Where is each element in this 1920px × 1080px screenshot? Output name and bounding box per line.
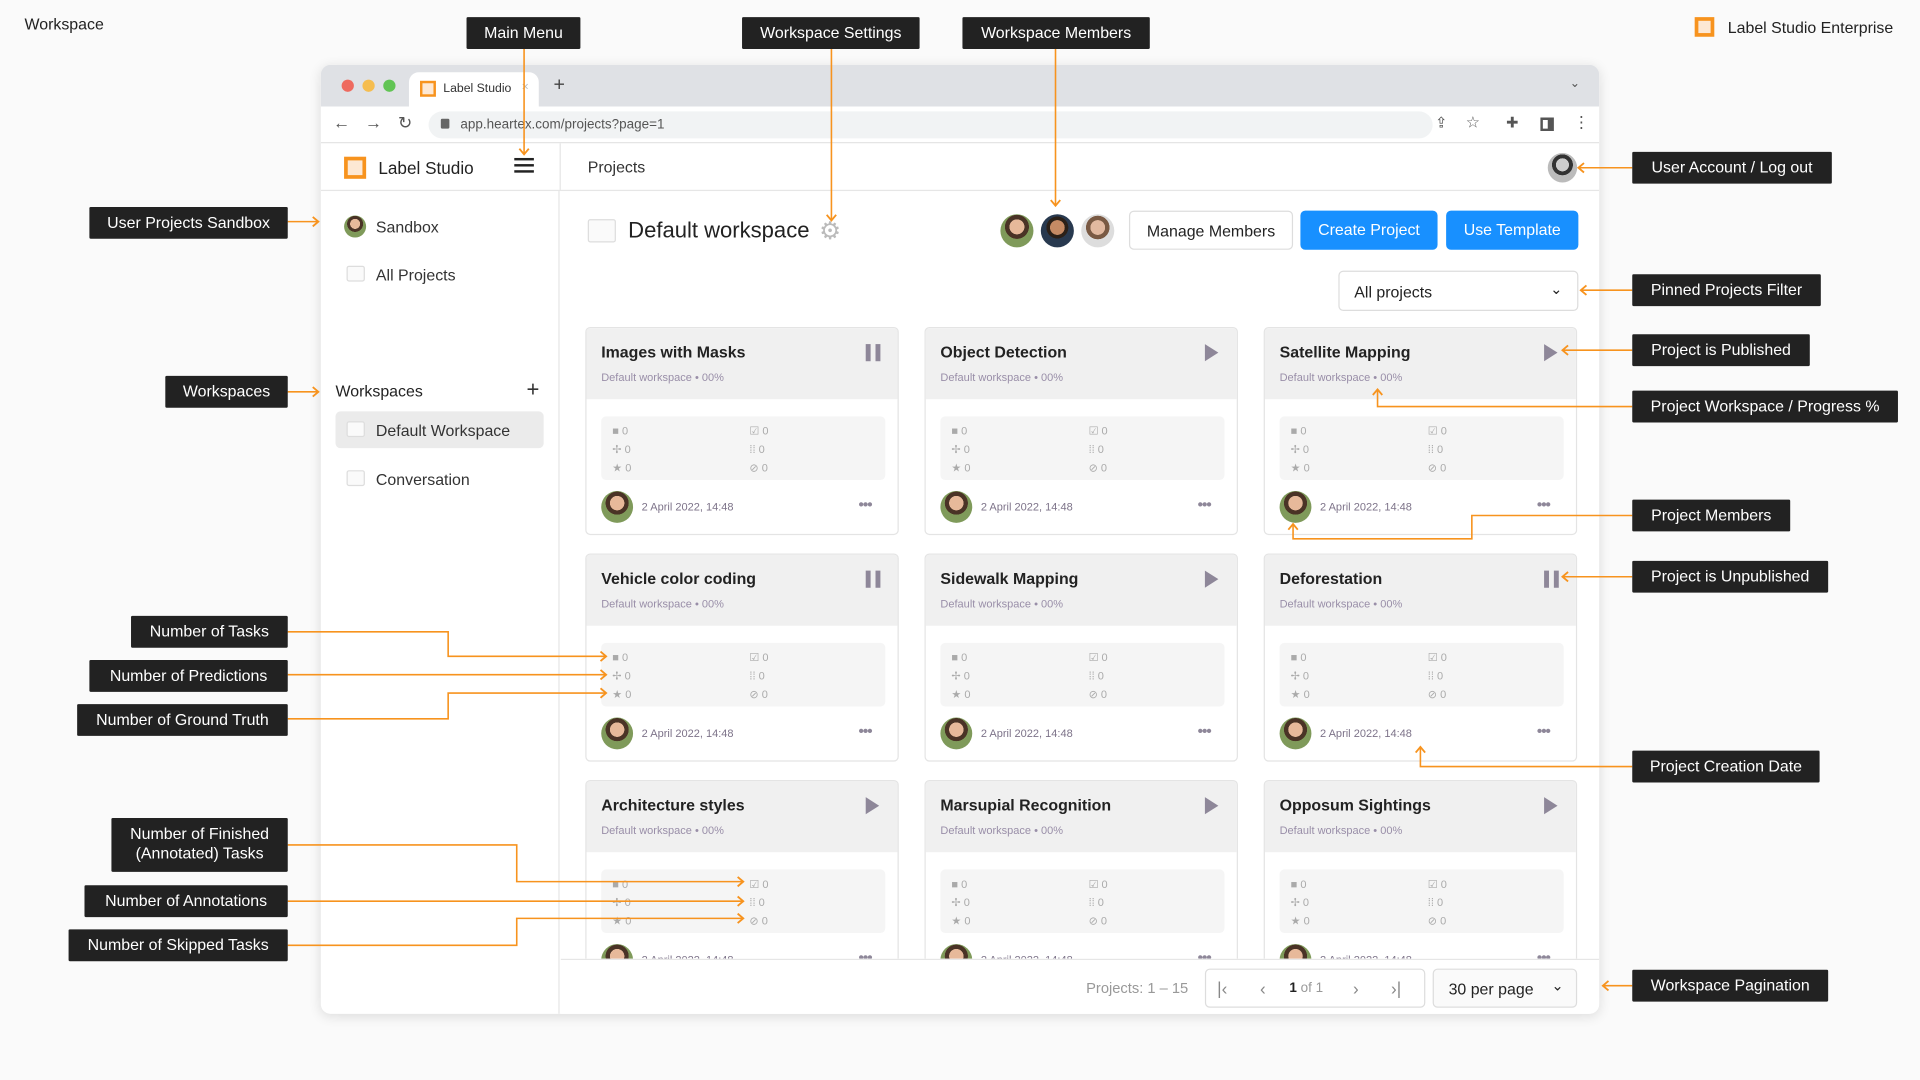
annotation-label: Number of Predictions	[89, 660, 288, 692]
annotation-label: Project Workspace / Progress %	[1632, 390, 1898, 423]
annotation-label: Workspace Pagination	[1632, 969, 1829, 1002]
annotation-label: User Projects Sandbox	[89, 206, 288, 239]
annotation-line	[287, 844, 744, 883]
annotation-label: Workspace Settings	[742, 17, 920, 49]
annotation-label: User Account / Log out	[1632, 151, 1832, 184]
annotation-line	[287, 692, 607, 720]
annotation-label: Main Menu	[466, 17, 581, 49]
annotation-line	[287, 631, 607, 658]
annotation-label: Workspaces	[165, 375, 288, 408]
annotation-label: Number of Tasks	[131, 615, 288, 648]
annotation-label: Project is Published	[1632, 334, 1810, 367]
annotation-label: Workspace Members	[962, 17, 1150, 49]
annotation-label: Project is Unpublished	[1632, 560, 1829, 593]
annotation-label: Pinned Projects Filter	[1632, 274, 1821, 307]
annotation-line	[287, 917, 744, 947]
annotation-line	[1292, 514, 1633, 540]
annotation-line	[1419, 746, 1633, 768]
annotation-label: Number of Ground Truth	[77, 704, 288, 736]
annotation-label: Project Members	[1632, 499, 1791, 532]
annotation-label: Number of Annotations	[84, 885, 288, 918]
annotation-label: Number of Finished (Annotated) Tasks	[111, 817, 288, 872]
annotation-label: Number of Skipped Tasks	[68, 929, 288, 962]
stage: Workspace Label Studio Enterprise Label …	[0, 0, 1920, 1080]
annotation-line	[1376, 389, 1633, 408]
annotation-label: Project Creation Date	[1632, 750, 1820, 783]
